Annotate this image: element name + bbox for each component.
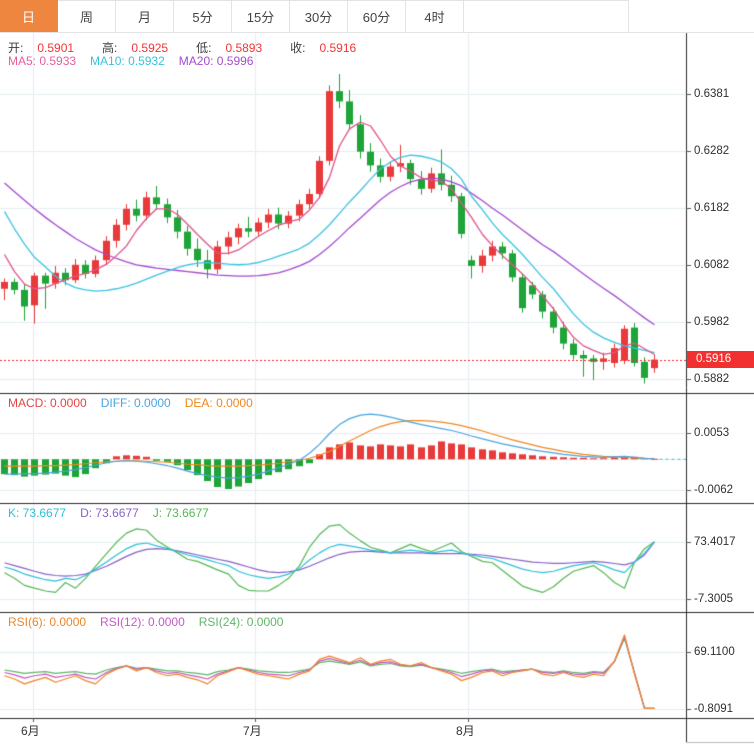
interval-tab-0[interactable]: 日 [0,0,58,32]
interval-tab-2[interactable]: 月 [116,0,174,32]
interval-tab-6[interactable]: 60分 [348,0,406,32]
interval-tab-3[interactable]: 5分 [174,0,232,32]
chart-canvas[interactable] [0,0,754,748]
trading-chart-app: 日周月 5分 15分 30分 60分 4时 开: 0.5901 高: 0.5925 低: 0.589… [0,0,754,748]
interval-tab-5[interactable]: 30分 [290,0,348,32]
interval-tab-1[interactable]: 周 [58,0,116,32]
tabbar-filler [464,0,629,32]
interval-tabbar: 日周月 5分 15分 30分 60分 4时 [0,0,754,33]
interval-tab-4[interactable]: 15分 [232,0,290,32]
interval-tab-7[interactable]: 4时 [406,0,464,32]
